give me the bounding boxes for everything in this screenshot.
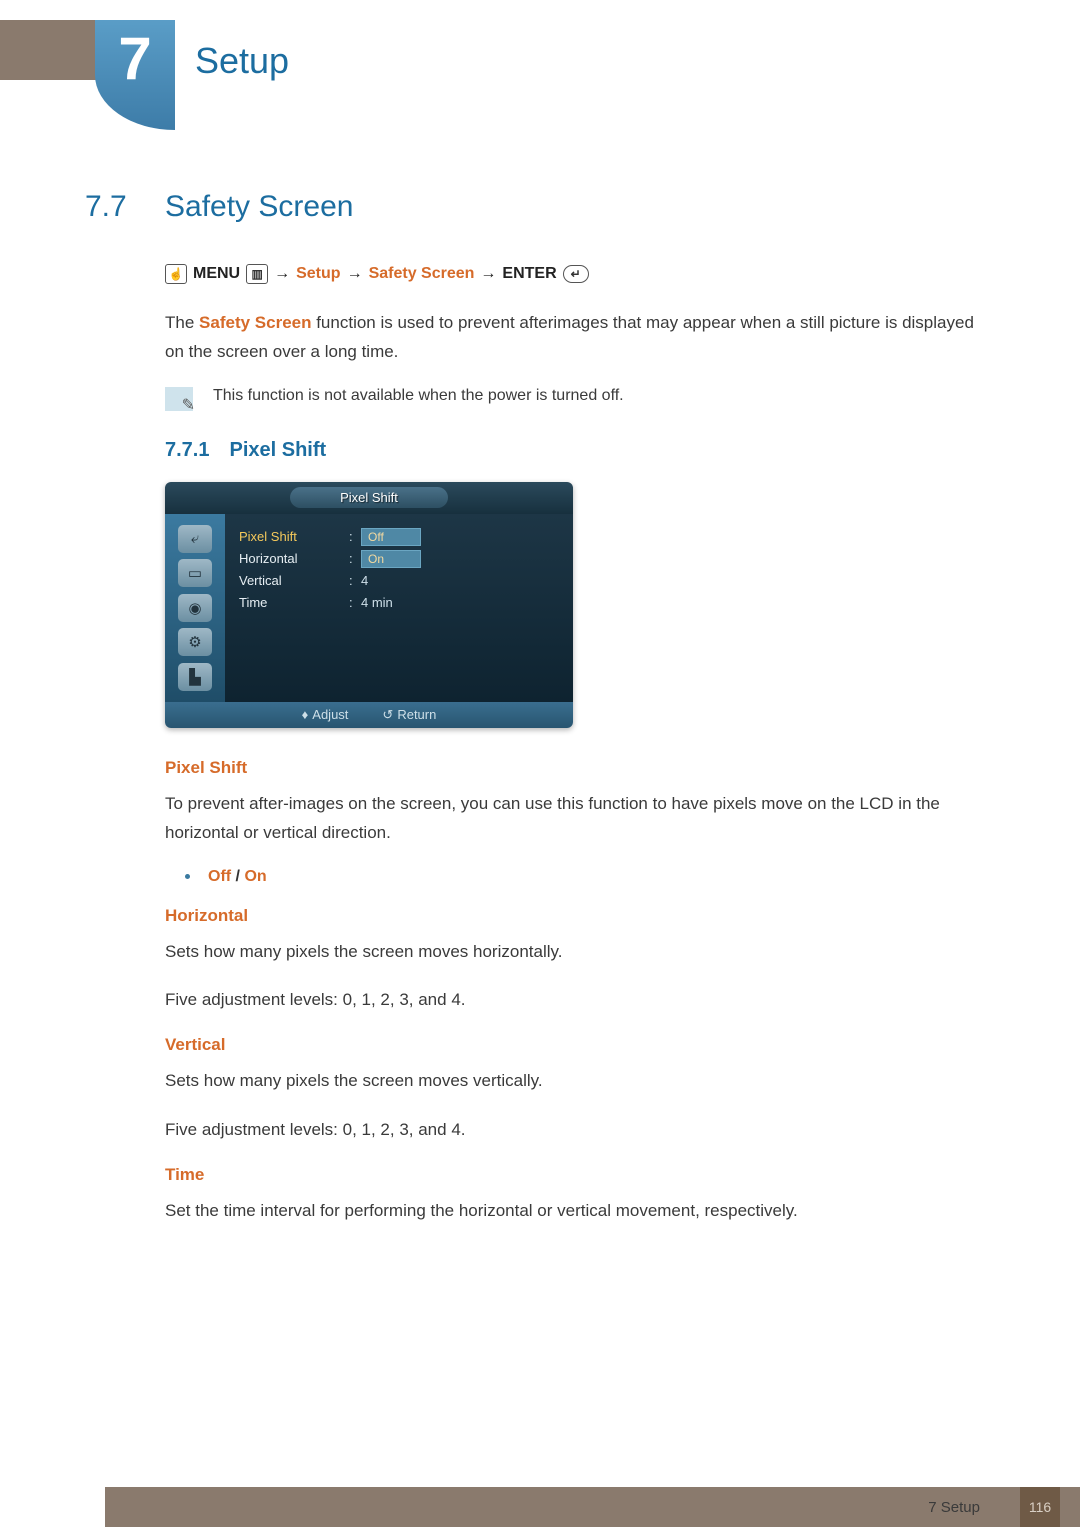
osd-sidebar: ⤶ ▭ ◉ ⚙ ▙ [165, 514, 225, 702]
arrow-icon: → [480, 265, 496, 283]
arrow-icon: → [347, 265, 363, 283]
note-text: This function is not available when the … [213, 387, 624, 405]
heading-time: Time [165, 1165, 995, 1185]
heading-pixelshift: Pixel Shift [165, 758, 995, 778]
nav-enter: ENTER [502, 265, 556, 283]
osd-option-off: Off [361, 528, 421, 546]
osd-time-value: 4 min [361, 595, 393, 610]
horizontal-l1: Sets how many pixels the screen moves ho… [165, 938, 995, 967]
osd-footer: ♦Adjust ↺ Return [165, 702, 573, 728]
osd-option-on: On [361, 550, 421, 568]
picture-icon: ▭ [178, 559, 212, 587]
osd-panel: Pixel Shift : Off Horizontal : On Vertic… [225, 514, 573, 702]
arrow-icon: → [274, 265, 290, 283]
osd-row-horizontal-label: Horizontal [239, 551, 349, 566]
colon: : [349, 595, 361, 610]
osd-screenshot: Pixel Shift ⤶ ▭ ◉ ⚙ ▙ Pixel Shift : Off [165, 482, 573, 728]
colon: : [349, 573, 361, 588]
osd-title: Pixel Shift [290, 487, 448, 508]
section-number: 7.7 [85, 190, 165, 224]
osd-row-vertical-label: Vertical [239, 573, 349, 588]
return-icon: ↺ [382, 707, 393, 722]
nav-path: ☝ MENU ▥ → Setup → Safety Screen → ENTER… [165, 264, 995, 284]
intro-term: Safety Screen [199, 313, 311, 332]
chapter-tab: 7 [95, 20, 175, 130]
updown-icon: ♦ [302, 707, 309, 722]
pixelshift-text: To prevent after-images on the screen, y… [165, 790, 995, 848]
footer-gap [0, 1487, 105, 1527]
colon: : [349, 551, 361, 566]
nav-setup: Setup [296, 265, 340, 283]
nav-menu: MENU [193, 265, 240, 283]
time-l1: Set the time interval for performing the… [165, 1197, 995, 1226]
osd-adjust-label: Adjust [312, 707, 348, 722]
section-title: Safety Screen [165, 190, 353, 224]
option-on: On [244, 868, 266, 885]
horizontal-l2: Five adjustment levels: 0, 1, 2, 3, and … [165, 986, 995, 1015]
vertical-l1: Sets how many pixels the screen moves ve… [165, 1067, 995, 1096]
osd-return: ↺ Return [382, 707, 436, 723]
osd-header: Pixel Shift [165, 482, 573, 514]
colon: : [349, 529, 361, 544]
page-footer: 7 Setup 116 [0, 1487, 1080, 1527]
sound-icon: ◉ [178, 594, 212, 622]
vertical-l2: Five adjustment levels: 0, 1, 2, 3, and … [165, 1116, 995, 1145]
input-icon: ⤶ [178, 525, 212, 553]
setup-gear-icon: ⚙ [178, 628, 212, 656]
header-white-strip [175, 20, 1080, 80]
intro-prefix: The [165, 313, 199, 332]
footer-label: 7 Setup [928, 1499, 980, 1516]
option-sep: / [231, 868, 244, 885]
osd-adjust: ♦Adjust [302, 707, 349, 722]
nav-safety: Safety Screen [369, 265, 475, 283]
osd-return-label: Return [397, 707, 436, 722]
subsection-number: 7.7.1 [165, 439, 209, 462]
osd-row-pixelshift-label: Pixel Shift [239, 529, 349, 544]
enter-icon: ↵ [563, 265, 589, 283]
chapter-number: 7 [118, 24, 151, 130]
hand-icon: ☝ [165, 264, 187, 284]
note-icon [165, 387, 193, 411]
offon-bullet: Off / On [185, 868, 995, 886]
page-number: 116 [1020, 1487, 1060, 1527]
chapter-title: Setup [195, 40, 289, 82]
osd-vertical-value: 4 [361, 573, 368, 588]
intro-paragraph: The Safety Screen function is used to pr… [165, 309, 995, 367]
menu-grid-icon: ▥ [246, 264, 268, 284]
subsection-title: Pixel Shift [229, 439, 326, 462]
multi-icon: ▙ [178, 663, 212, 691]
bullet-icon [185, 874, 190, 879]
osd-row-time-label: Time [239, 595, 349, 610]
option-off: Off [208, 868, 231, 885]
heading-horizontal: Horizontal [165, 906, 995, 926]
heading-vertical: Vertical [165, 1035, 995, 1055]
